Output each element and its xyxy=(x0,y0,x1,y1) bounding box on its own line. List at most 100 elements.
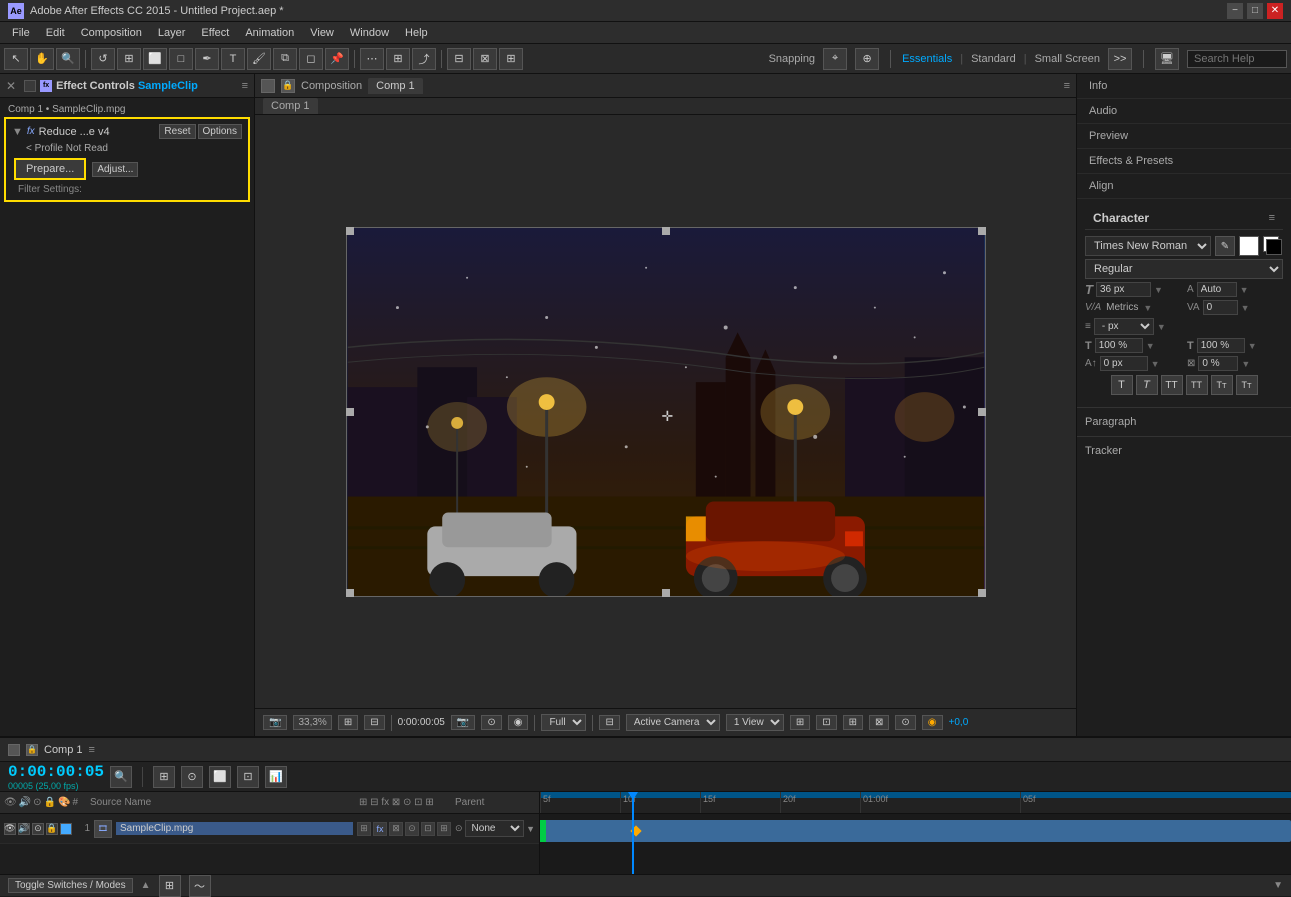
style-allcaps-btn[interactable]: TT xyxy=(1161,375,1183,395)
text-tool[interactable]: T xyxy=(221,48,245,70)
handle-left-mid[interactable] xyxy=(346,408,354,416)
timecode-display[interactable]: 0:00:00:05 xyxy=(8,763,104,781)
sw-4[interactable]: ⊙ xyxy=(405,822,419,836)
handle-bottom-mid[interactable] xyxy=(662,589,670,597)
metrics-label[interactable]: Metrics xyxy=(1104,301,1140,314)
view-mask-btn[interactable]: ⊟ xyxy=(599,715,619,730)
hand-tool[interactable]: ✋ xyxy=(30,48,54,70)
tsumi-arrow[interactable]: ▼ xyxy=(1241,359,1250,369)
tl-stagger-bottom[interactable]: ⊞ xyxy=(159,875,181,897)
pixel-btn[interactable]: ⊡ xyxy=(816,715,836,730)
vscale-input[interactable] xyxy=(1197,338,1245,353)
workspace-standard[interactable]: Standard xyxy=(971,53,1016,65)
character-menu-icon[interactable]: ≡ xyxy=(1269,212,1275,224)
layer-audio-btn[interactable]: 🔊 xyxy=(18,823,30,835)
baseline-input[interactable] xyxy=(1100,356,1148,371)
sw-1[interactable]: ⊞ xyxy=(357,822,371,836)
tl-panel-icon[interactable] xyxy=(8,744,20,756)
panel-close-icon[interactable]: ✕ xyxy=(6,79,16,93)
handle-right-mid[interactable] xyxy=(978,408,986,416)
layer-lock-btn[interactable]: 🔒 xyxy=(46,823,58,835)
info-panel-item[interactable]: Info xyxy=(1077,74,1291,99)
comp-menu-icon[interactable]: ≡ xyxy=(1064,80,1070,92)
menu-composition[interactable]: Composition xyxy=(73,25,150,41)
toggle-info[interactable]: 🖥 xyxy=(1155,48,1179,70)
sw-6[interactable]: ⊞ xyxy=(437,822,451,836)
comp-lock-icon[interactable]: 🔒 xyxy=(281,79,295,93)
maximize-button[interactable]: □ xyxy=(1247,3,1263,19)
handle-top-mid[interactable] xyxy=(662,227,670,235)
grid-btn[interactable]: ⊠ xyxy=(869,715,889,730)
font-size-arrow[interactable]: ▼ xyxy=(1154,285,1163,295)
style-sub-btn[interactable]: TT xyxy=(1236,375,1258,395)
auto-arrow[interactable]: ▼ xyxy=(1240,285,1249,295)
sw-5[interactable]: ⊡ xyxy=(421,822,435,836)
toggle-switches-btn[interactable]: Toggle Switches / Modes xyxy=(8,878,133,893)
handle-bottom-right[interactable] xyxy=(978,589,986,597)
snap-toggle[interactable]: ⊞ xyxy=(386,48,410,70)
align-btn-1[interactable]: ⊟ xyxy=(447,48,471,70)
pen-tool[interactable]: ✒ xyxy=(195,48,219,70)
null-tool[interactable]: ⬜ xyxy=(143,48,167,70)
parent-icon[interactable]: ⊙ xyxy=(455,823,463,834)
style-smallcaps-btn[interactable]: TT xyxy=(1186,375,1208,395)
graph-tool[interactable]: ⋯ xyxy=(360,48,384,70)
leading-arrow[interactable]: ▼ xyxy=(1157,322,1166,332)
effect-name[interactable]: Reduce ...e v4 xyxy=(39,126,110,138)
snapshot-btn[interactable]: 📷 xyxy=(263,715,287,730)
playhead[interactable] xyxy=(632,792,634,874)
sw-3[interactable]: ⊠ xyxy=(389,822,403,836)
tl-arrow-up[interactable]: ▲ xyxy=(141,880,151,891)
menu-layer[interactable]: Layer xyxy=(150,25,194,41)
quality-btn[interactable]: ◉ xyxy=(508,715,529,730)
sw-fx[interactable]: fx xyxy=(373,822,387,836)
handle-center[interactable]: ✛ xyxy=(662,408,670,416)
adjust-btn[interactable]: Adjust... xyxy=(92,162,138,177)
handle-bottom-left[interactable] xyxy=(346,589,354,597)
effect-expand-icon[interactable]: ▼ xyxy=(12,126,23,138)
align-panel-item[interactable]: Align xyxy=(1077,174,1291,199)
align-btn-2[interactable]: ⊠ xyxy=(473,48,497,70)
va-arrow[interactable]: ▼ xyxy=(1241,303,1250,313)
viewer-area[interactable]: ✛ xyxy=(255,115,1076,708)
search-input[interactable] xyxy=(1187,50,1287,68)
camera-btn[interactable]: 📷 xyxy=(451,715,475,730)
effect-options-btn[interactable]: Options xyxy=(198,124,242,139)
tl-render-btn[interactable]: ⊡ xyxy=(237,766,259,788)
motion-blur-btn[interactable]: ⊙ xyxy=(481,715,501,730)
views-select[interactable]: 1 View xyxy=(726,714,784,731)
font-style-select[interactable]: Regular xyxy=(1085,259,1283,279)
cam-tool[interactable]: ⊞ xyxy=(117,48,141,70)
workspace-more[interactable]: >> xyxy=(1108,48,1132,70)
minimize-button[interactable]: − xyxy=(1227,3,1243,19)
handle-top-left[interactable] xyxy=(346,227,354,235)
clone-tool[interactable]: ⧉ xyxy=(273,48,297,70)
rotate-tool[interactable]: ↺ xyxy=(91,48,115,70)
menu-view[interactable]: View xyxy=(302,25,342,41)
metrics-arrow[interactable]: ▼ xyxy=(1143,303,1152,313)
menu-animation[interactable]: Animation xyxy=(237,25,302,41)
menu-file[interactable]: File xyxy=(4,25,38,41)
color-picker-btn[interactable]: ◉ xyxy=(922,715,943,730)
menu-edit[interactable]: Edit xyxy=(38,25,73,41)
layer-solo-btn[interactable]: ⊙ xyxy=(32,823,44,835)
hscale-input[interactable] xyxy=(1095,338,1143,353)
parent-select[interactable]: None xyxy=(465,820,525,837)
tl-stagger-btn[interactable]: ⊞ xyxy=(153,766,175,788)
guides-btn[interactable]: ⊞ xyxy=(843,715,863,730)
style-regular-btn[interactable]: T xyxy=(1111,375,1133,395)
audio-panel-item[interactable]: Audio xyxy=(1077,99,1291,124)
tracker-title[interactable]: Tracker xyxy=(1085,441,1283,461)
preview-panel-item[interactable]: Preview xyxy=(1077,124,1291,149)
parent-arrow[interactable]: ▼ xyxy=(526,824,535,834)
motion-tool[interactable]: ⤴ xyxy=(412,48,436,70)
effect-reset-btn[interactable]: Reset xyxy=(159,124,195,139)
3d-btn[interactable]: ⊞ xyxy=(790,715,810,730)
zoom-fit-btn[interactable]: ⊞ xyxy=(338,715,358,730)
layer-vis-btn[interactable]: 👁 xyxy=(4,823,16,835)
work-area-bar[interactable] xyxy=(540,792,1291,798)
brush-tool[interactable]: 🖌 xyxy=(247,48,271,70)
comp-panel-icon[interactable] xyxy=(261,79,275,93)
paragraph-title[interactable]: Paragraph xyxy=(1085,412,1283,432)
va-input[interactable] xyxy=(1203,300,1238,315)
